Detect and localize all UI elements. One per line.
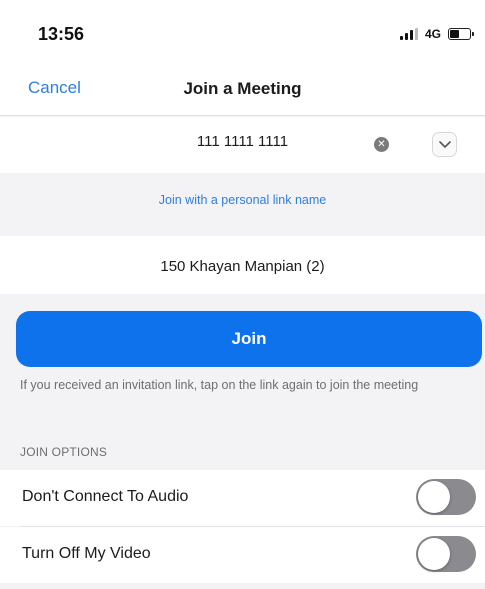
- name-row: [0, 236, 485, 294]
- status-bar: 13:56 4G: [0, 0, 485, 64]
- network-type: 4G: [424, 27, 441, 41]
- join-hint: If you received an invitation link, tap …: [20, 378, 419, 392]
- option-row-audio: Don't Connect To Audio: [0, 470, 485, 526]
- battery-icon: [448, 28, 474, 40]
- meeting-id-row: ✕: [0, 117, 485, 173]
- toggle-knob: [418, 481, 450, 513]
- join-button[interactable]: Join: [16, 311, 482, 367]
- personal-link-row: Join with a personal link name: [0, 173, 485, 235]
- join-meeting-screen: 13:56 4G Cancel Join a Meeting ✕ Join wi…: [0, 0, 485, 589]
- status-time: 13:56: [38, 24, 85, 44]
- personal-link-button[interactable]: Join with a personal link name: [0, 193, 485, 207]
- join-options-header: JOIN OPTIONS: [20, 445, 108, 459]
- option-label: Don't Connect To Audio: [22, 488, 189, 505]
- meeting-id-input[interactable]: [0, 133, 485, 150]
- page-title: Join a Meeting: [183, 79, 302, 98]
- option-label: Turn Off My Video: [22, 545, 151, 562]
- signal-icon: [399, 28, 418, 40]
- option-row-video: Turn Off My Video: [0, 527, 485, 583]
- bottom-strip: [0, 583, 485, 589]
- display-name-input[interactable]: [0, 258, 485, 275]
- clear-icon[interactable]: ✕: [374, 137, 389, 152]
- video-toggle[interactable]: [416, 536, 476, 572]
- audio-toggle[interactable]: [416, 479, 476, 515]
- chevron-down-icon[interactable]: [432, 132, 457, 157]
- nav-bar: Cancel Join a Meeting: [0, 64, 485, 116]
- status-indicators: 4G: [399, 26, 474, 42]
- toggle-knob: [418, 538, 450, 570]
